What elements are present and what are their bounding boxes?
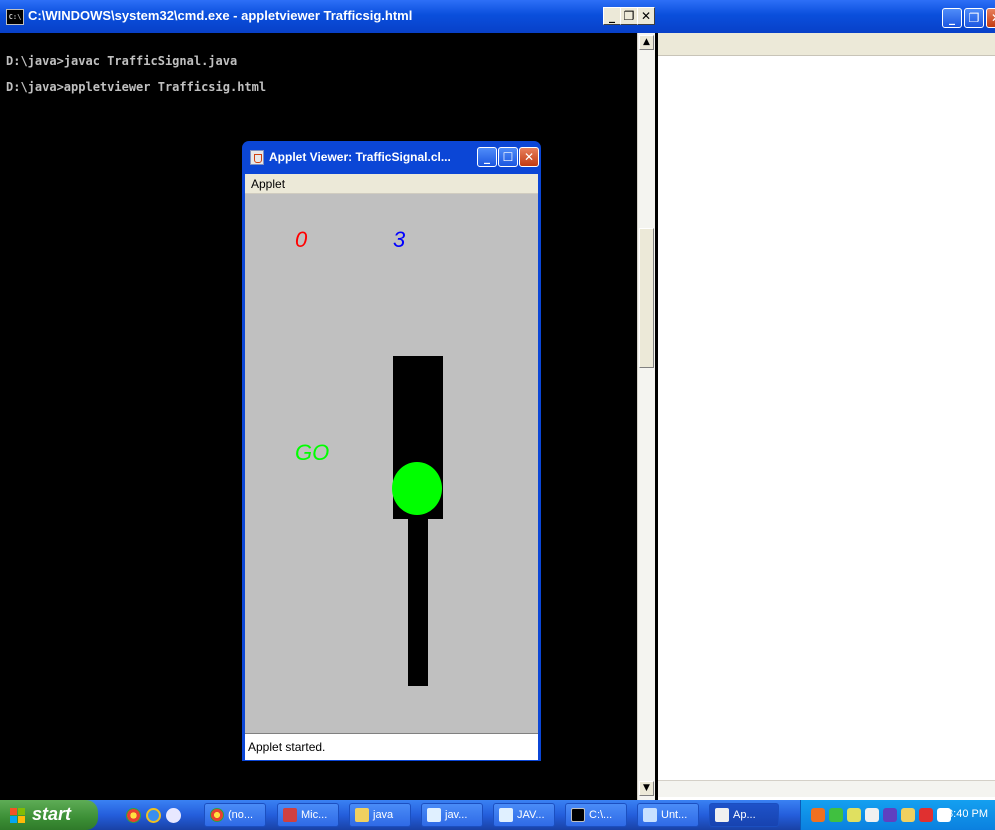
taskbar-item-label: (no... — [228, 809, 254, 821]
start-label: start — [32, 804, 72, 824]
applet-window-title: Applet Viewer: TrafficSignal.cl... — [269, 150, 451, 164]
console-output[interactable]: D:\java>javac TrafficSignal.java D:\java>… — [6, 48, 266, 100]
taskbar-item-label: Mic... — [301, 809, 328, 821]
taskbar-item-applet[interactable]: Ap... — [709, 803, 779, 827]
traffic-signal-pole — [408, 519, 428, 686]
cmd-icon[interactable]: C:\ — [6, 9, 24, 25]
start-button[interactable]: start — [0, 800, 98, 830]
signal-text: GO — [295, 440, 330, 465]
taskbar-item-word[interactable]: Mic... — [277, 803, 339, 827]
applet-menu[interactable]: Applet — [251, 177, 285, 191]
cmd-title-bar[interactable]: C:\ C:\WINDOWS\system32\cmd.exe - applet… — [0, 0, 658, 33]
close-button[interactable]: ✕ — [986, 8, 995, 28]
taskbar-item-notepad-1[interactable]: jav... — [421, 803, 483, 827]
java-icon — [715, 808, 729, 822]
taskbar-item-chrome[interactable]: (no... — [204, 803, 266, 827]
applet-close-button[interactable]: ✕ — [519, 147, 539, 167]
green-light — [392, 462, 442, 515]
tray-messenger-icon[interactable] — [901, 808, 915, 822]
folder-icon — [355, 808, 369, 822]
notepad-icon — [427, 808, 441, 822]
clock[interactable]: 3:40 PM — [947, 808, 988, 820]
system-tray: 3:40 PM — [800, 800, 995, 830]
taskbar-item-label: Unt... — [661, 809, 688, 821]
internet-explorer-icon[interactable] — [146, 808, 161, 823]
tray-update-icon[interactable] — [847, 808, 861, 822]
taskbar-item-label: jav... — [445, 809, 468, 821]
word-icon — [283, 808, 297, 822]
scroll-up-arrow-icon[interactable]: ▲ — [639, 35, 654, 50]
applet-viewer-window: Applet Viewer: TrafficSignal.cl... _ ☐ ✕… — [242, 141, 541, 761]
console-line: D:\java>javac TrafficSignal.java — [6, 54, 238, 68]
cmd-close-button[interactable]: ✕ — [637, 7, 655, 25]
taskbar-item-notepad-2[interactable]: JAV... — [493, 803, 555, 827]
status-text: Applet started. — [248, 740, 326, 754]
tray-network-icon[interactable] — [829, 808, 843, 822]
counter-right: 3 — [393, 227, 406, 252]
cmd-minimize-button[interactable]: _ — [603, 7, 621, 25]
applet-minimize-button[interactable]: _ — [477, 147, 497, 167]
notepad-icon — [499, 808, 513, 822]
taskbar-item-untitled[interactable]: Unt... — [637, 803, 699, 827]
counter-left: 0 — [295, 227, 308, 252]
background-window: _ ❐ ✕ — [658, 0, 995, 800]
applet-maximize-button[interactable]: ☐ — [498, 147, 518, 167]
cmd-vertical-scrollbar[interactable]: ▲ ▼ — [637, 33, 655, 800]
restore-button[interactable]: ❐ — [964, 8, 984, 28]
volume-icon[interactable] — [865, 808, 879, 822]
taskbar-item-cmd[interactable]: C:\... — [565, 803, 627, 827]
taskbar: start (no... Mic... java jav... JAV... C… — [0, 800, 995, 830]
java-icon[interactable] — [250, 150, 264, 165]
chrome-icon — [210, 808, 224, 822]
taskbar-item-label: C:\... — [589, 809, 613, 821]
background-window-title-bar[interactable]: _ ❐ ✕ — [658, 0, 995, 33]
scroll-thumb[interactable] — [639, 228, 654, 368]
applet-title-bar[interactable]: Applet Viewer: TrafficSignal.cl... _ ☐ ✕ — [245, 141, 539, 174]
horizontal-scrollbar[interactable] — [658, 780, 995, 797]
cmd-restore-button[interactable]: ❐ — [620, 7, 638, 25]
taskbar-item-label: java — [373, 809, 394, 821]
tray-alert-icon[interactable] — [919, 808, 933, 822]
taskbar-item-label: Ap... — [733, 809, 756, 821]
taskbar-item-java-folder[interactable]: java — [349, 803, 411, 827]
applet-canvas: 0 3 GO — [245, 194, 538, 733]
applet-status-bar: Applet started. — [245, 733, 538, 760]
applet-menu-bar: Applet — [245, 174, 538, 194]
document-icon — [643, 808, 657, 822]
tray-app-icon[interactable] — [811, 808, 825, 822]
browser-icon[interactable] — [166, 808, 181, 823]
scroll-down-arrow-icon[interactable]: ▼ — [639, 781, 654, 796]
taskbar-item-label: JAV... — [517, 809, 545, 821]
cmd-icon — [571, 808, 585, 822]
chrome-icon[interactable] — [126, 808, 141, 823]
minimize-button[interactable]: _ — [942, 8, 962, 28]
cmd-window-title: C:\WINDOWS\system32\cmd.exe - appletview… — [28, 8, 413, 23]
tray-security-icon[interactable] — [883, 808, 897, 822]
toolbar-band — [658, 33, 995, 56]
windows-logo-icon — [10, 808, 26, 823]
console-line: D:\java>appletviewer Trafficsig.html — [6, 80, 267, 94]
